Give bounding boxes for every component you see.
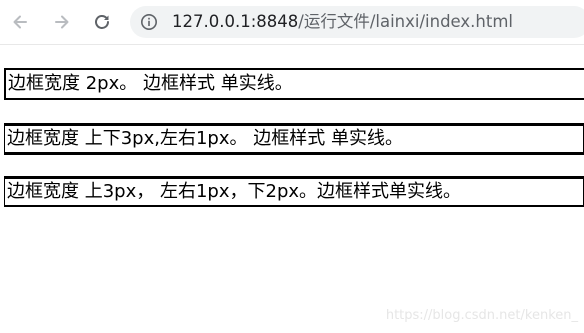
forward-button[interactable] [48, 8, 76, 36]
arrow-left-icon [13, 15, 27, 29]
border-paragraph-3: 边框宽度 上3px， 左右1px，下2px。边框样式单实线。 [4, 176, 584, 207]
back-button[interactable] [6, 8, 34, 36]
arrow-right-icon [55, 15, 69, 29]
border-paragraph-1: 边框宽度 2px。 边框样式 单实线。 [4, 68, 584, 100]
address-bar[interactable]: 127.0.0.1:8848/运行文件/lainxi/index.html [130, 6, 584, 38]
border-paragraph-2: 边框宽度 上下3px,左右1px。 边框样式 单实线。 [4, 123, 584, 155]
reload-button[interactable] [88, 8, 116, 36]
url-path: /运行文件/lainxi/index.html [298, 12, 514, 31]
page-content: 边框宽度 2px。 边框样式 单实线。 边框宽度 上下3px,左右1px。 边框… [0, 45, 584, 333]
browser-toolbar: 127.0.0.1:8848/运行文件/lainxi/index.html [0, 0, 584, 45]
url-text[interactable]: 127.0.0.1:8848/运行文件/lainxi/index.html [172, 6, 513, 38]
url-host: 127.0.0.1:8848 [172, 12, 299, 31]
reload-icon [95, 15, 109, 29]
watermark: https://blog.csdn.net/kenken_ [385, 308, 578, 323]
info-icon[interactable] [140, 13, 158, 31]
